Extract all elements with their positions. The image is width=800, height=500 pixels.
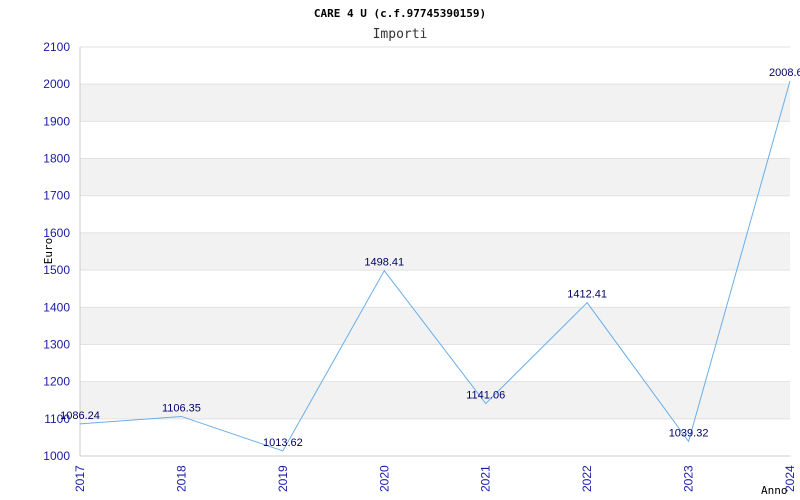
x-tick-label: 2019 [276,465,290,492]
plot-band [80,344,790,382]
x-tick-label: 2018 [174,465,188,492]
plot-band [80,121,790,159]
y-tick-label: 1800 [43,152,70,166]
plot-band [80,158,790,196]
plot-band [80,270,790,308]
data-label: 1013.62 [263,437,303,449]
x-tick-labels: 2017 2018 2019 2020 2021 2022 2023 2024 [73,465,797,492]
plot-band [80,307,790,345]
y-tick-label: 2000 [43,77,70,91]
data-label: 1086.24 [60,410,100,422]
x-tick-label: 2022 [580,465,594,492]
chart-title: CARE 4 U (c.f.97745390159) [314,7,486,20]
data-label: 2008.6 [769,67,800,79]
data-label: 1141.06 [466,390,505,402]
plot-band [80,47,790,85]
x-tick-label: 2023 [682,465,696,492]
x-tick-label: 2020 [377,465,391,492]
y-tick-label: 1000 [43,449,70,463]
y-tick-label: 2100 [43,40,70,54]
y-tick-label: 1700 [43,189,70,203]
y-tick-label: 1200 [43,375,70,389]
y-axis-label: Euro [42,238,55,265]
chart: 1000110012001300140015001600170018001900… [42,7,800,497]
plot-band [80,84,790,122]
x-tick-label: 2017 [73,465,87,492]
x-axis-label: Anno [761,484,788,497]
plot-band [80,232,790,271]
chart-subtitle: Importi [373,27,428,42]
x-tick-label: 2021 [479,465,493,492]
y-tick-label: 1900 [43,114,70,128]
y-tick-label: 1300 [43,337,70,351]
y-tick-label: 1400 [43,300,70,314]
data-label: 1106.35 [162,402,201,414]
plot-band [80,195,790,233]
data-label: 1498.41 [364,257,404,269]
data-label: 1039.32 [669,427,709,439]
plot-background [80,47,790,456]
data-label: 1412.41 [567,289,607,301]
